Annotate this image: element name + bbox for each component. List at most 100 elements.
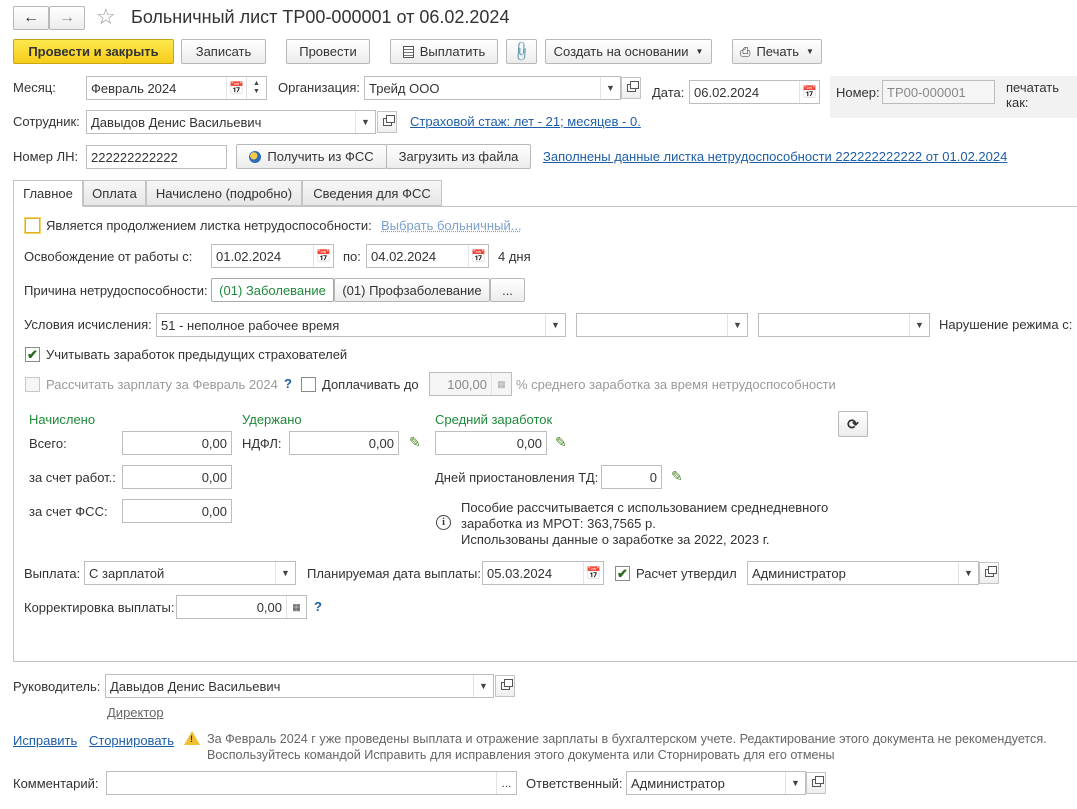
employee-value: Давыдов Денис Васильевич (91, 114, 262, 130)
head-field[interactable]: Давыдов Денис Васильевич ▼ (105, 674, 494, 698)
reverse-link[interactable]: Сторнировать (89, 733, 174, 749)
forward-button[interactable]: → (49, 6, 85, 30)
employee-open-button[interactable] (377, 111, 397, 133)
calc-salary-label: Рассчитать зарплату за Февраль 2024 (46, 377, 278, 392)
calculator-icon[interactable]: ▦ (286, 596, 306, 618)
open-icon (626, 81, 639, 92)
insurance-length-link[interactable]: Страховой стаж: лет - 21; месяцев - 0. (410, 114, 641, 130)
dropdown-arrow-icon[interactable]: ▼ (727, 314, 747, 336)
comment-field[interactable]: ... (106, 771, 517, 795)
avg-field[interactable]: 0,00 (435, 431, 547, 455)
org-field[interactable]: Трейд ООО ▼ (364, 76, 621, 100)
release-to-field[interactable]: 04.02.2024 📅 (366, 244, 489, 268)
pencil-icon[interactable]: ✎ (409, 434, 421, 451)
prev-insurers-label: Учитывать заработок предыдущих страховат… (46, 347, 348, 362)
get-from-fss-button[interactable]: Получить из ФСС (236, 144, 387, 169)
correction-value: 0,00 (256, 599, 282, 615)
dropdown-arrow-icon[interactable]: ▼ (355, 111, 375, 133)
fix-link[interactable]: Исправить (13, 733, 77, 749)
get-from-fss-label: Получить из ФСС (267, 149, 374, 164)
create-based-button[interactable]: Создать на основании ▼ (545, 39, 712, 64)
date-field[interactable]: 06.02.2024 📅 (689, 80, 820, 104)
payout-value: С зарплатой (89, 565, 165, 581)
suspension-field[interactable]: 0 (601, 465, 662, 489)
filled-data-link[interactable]: Заполнены данные листка нетрудоспособнос… (543, 149, 1007, 165)
planned-date-field[interactable]: 05.03.2024 📅 (482, 561, 604, 585)
total-value: 0,00 (201, 435, 227, 451)
conditions-field-2[interactable]: ▼ (576, 313, 748, 337)
open-icon (984, 566, 997, 577)
employer-field[interactable]: 0,00 (122, 465, 232, 489)
refresh-button[interactable]: ⟳ (838, 411, 868, 437)
org-open-button[interactable] (621, 77, 641, 99)
dropdown-arrow-icon[interactable]: ▼ (909, 314, 929, 336)
pay-button[interactable]: Выплатить (390, 39, 498, 64)
month-field[interactable]: Февраль 2024 📅 ▲ ▼ (86, 76, 267, 100)
dropdown-arrow-icon[interactable]: ▼ (473, 675, 493, 697)
tab-main[interactable]: Главное (13, 180, 83, 207)
ln-field[interactable]: 222222222222 (86, 145, 227, 169)
responsible-open-button[interactable] (806, 772, 826, 794)
dropdown-arrow-icon[interactable]: ▼ (958, 562, 978, 584)
calculator-icon: ▦ (491, 373, 511, 395)
open-icon (811, 776, 824, 787)
dropdown-arrow-icon[interactable]: ▼ (545, 314, 565, 336)
load-from-file-button[interactable]: Загрузить из файла (386, 144, 531, 169)
head-position-link[interactable]: Директор (107, 705, 164, 721)
back-button[interactable]: ← (13, 6, 49, 30)
reason-occupational-button[interactable]: (01) Профзаболевание (334, 278, 490, 302)
continuation-checkbox[interactable] (25, 218, 40, 233)
payout-field[interactable]: С зарплатой ▼ (84, 561, 296, 585)
calendar-icon[interactable]: 📅 (583, 562, 603, 584)
post-and-close-button[interactable]: Провести и закрыть (13, 39, 174, 64)
pencil-icon[interactable]: ✎ (671, 468, 683, 485)
correction-help[interactable]: ? (314, 599, 322, 614)
conditions-field[interactable]: 51 - неполное рабочее время ▼ (156, 313, 566, 337)
dropdown-arrow-icon[interactable]: ▼ (600, 77, 620, 99)
employee-field[interactable]: Давыдов Денис Васильевич ▼ (86, 110, 376, 134)
conditions-field-3[interactable]: ▼ (758, 313, 930, 337)
responsible-value: Администратор (631, 775, 725, 791)
topup-checkbox[interactable] (301, 377, 316, 392)
to-label: по: (343, 249, 361, 264)
page-title: Больничный лист ТР00-000001 от 06.02.202… (131, 7, 510, 27)
post-button[interactable]: Провести (286, 39, 370, 64)
pay-doc-icon (402, 45, 414, 58)
tab-accrued-detail[interactable]: Начислено (подробно) (146, 180, 302, 206)
calendar-icon[interactable]: 📅 (468, 245, 488, 267)
reason-disease-button[interactable]: (01) Заболевание (211, 278, 334, 302)
tab-payment[interactable]: Оплата (83, 180, 146, 206)
calc-salary-help[interactable]: ? (284, 376, 292, 391)
dropdown-arrow-icon[interactable]: ▼ (275, 562, 295, 584)
calendar-icon[interactable]: 📅 (313, 245, 333, 267)
star-icon[interactable]: ☆ (96, 3, 116, 31)
head-open-button[interactable] (495, 675, 515, 697)
release-from-field[interactable]: 01.02.2024 📅 (211, 244, 334, 268)
fss-field[interactable]: 0,00 (122, 499, 232, 523)
attach-button[interactable]: 📎 (506, 39, 537, 64)
responsible-field[interactable]: Администратор ▼ (626, 771, 806, 795)
paperclip-icon: 📎 (510, 39, 534, 63)
calendar-icon[interactable]: 📅 (799, 81, 819, 103)
month-stepper[interactable]: ▲ ▼ (246, 77, 266, 99)
save-button[interactable]: Записать (181, 39, 266, 64)
approved-open-button[interactable] (979, 562, 999, 584)
tab-fss-info[interactable]: Сведения для ФСС (302, 180, 442, 206)
choose-sick-link[interactable]: Выбрать больничный... (381, 218, 522, 234)
approved-checkbox[interactable]: ✔ (615, 566, 630, 581)
comment-expand-button[interactable]: ... (496, 772, 516, 794)
month-label: Месяц: (13, 80, 56, 95)
calendar-icon[interactable]: 📅 (226, 77, 246, 99)
reason-more-button[interactable]: ... (490, 278, 525, 302)
info-line-3: Использованы данные о заработке за 2022,… (461, 532, 770, 547)
calc-salary-checkbox[interactable] (25, 377, 40, 392)
ndfl-field[interactable]: 0,00 (289, 431, 399, 455)
pencil-icon[interactable]: ✎ (555, 434, 567, 451)
approved-field[interactable]: Администратор ▼ (747, 561, 979, 585)
total-field[interactable]: 0,00 (122, 431, 232, 455)
planned-date-label: Планируемая дата выплаты: (307, 566, 481, 581)
correction-field[interactable]: 0,00 ▦ (176, 595, 307, 619)
prev-insurers-checkbox[interactable]: ✔ (25, 347, 40, 362)
print-button[interactable]: ⎙ Печать ▼ (732, 39, 822, 64)
dropdown-arrow-icon[interactable]: ▼ (785, 772, 805, 794)
